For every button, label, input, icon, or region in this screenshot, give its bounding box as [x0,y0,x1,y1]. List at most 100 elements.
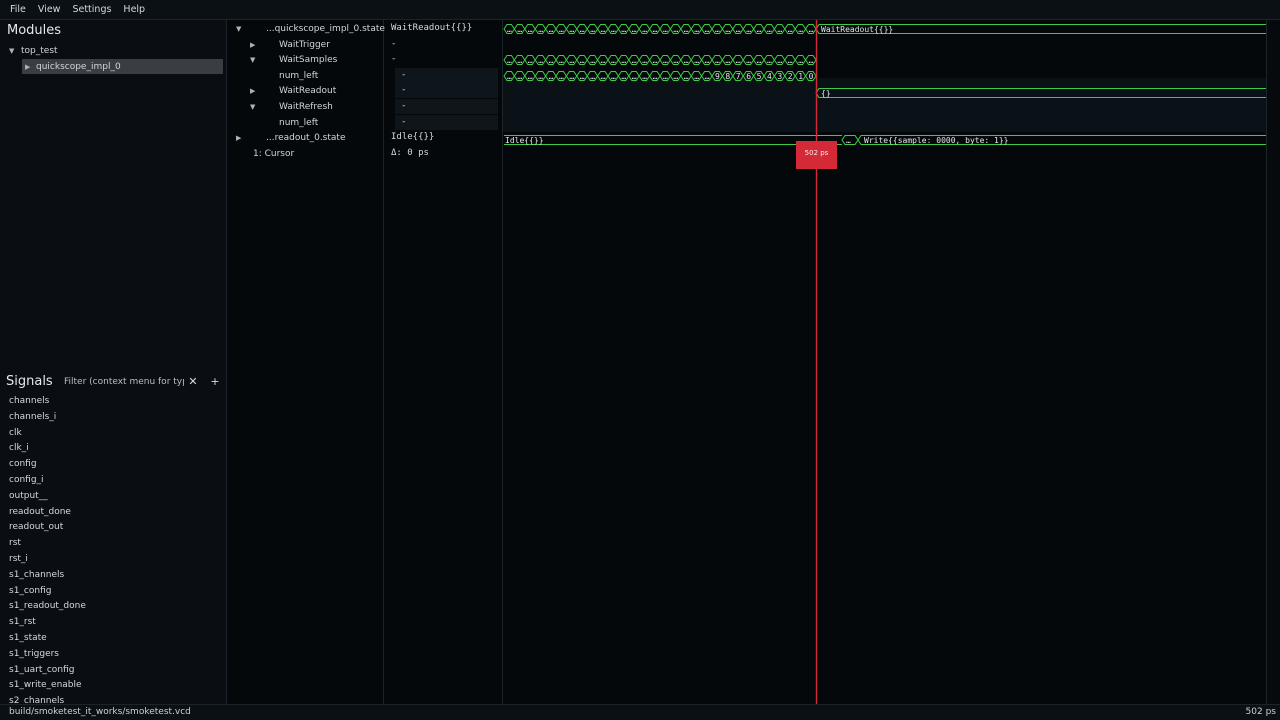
expand-right-icon[interactable]: ▶ [22,63,34,71]
wave-segment-label: … [736,56,741,65]
wave-segment-label: {} [821,89,831,98]
wave-segment-label: … [694,72,699,81]
signal-item[interactable]: s1_state [9,631,219,647]
wave-segment-label: … [632,72,637,81]
signal-item[interactable]: rst [9,536,219,552]
clear-filter-icon[interactable]: ✕ [186,375,200,389]
wave-name-label: ...readout_0.state [266,132,346,143]
wave-segment-label: … [809,25,814,34]
wave-segment-label: WaitReadout{{}} [821,25,893,34]
wave-segment-label: 2 [788,72,793,81]
wave-name-waitsamples[interactable]: ▼ WaitSamples [250,52,337,67]
wave-name-label: ...quickscope_impl_0.state [266,23,385,34]
signals-title: Signals [6,374,53,389]
menu-settings[interactable]: Settings [66,4,117,15]
status-file-path: build/smoketest_it_works/smoketest.vcd [9,707,191,717]
expand-down-icon[interactable]: ▼ [9,47,21,55]
wave-segment-label: … [538,25,543,34]
wave-waitsamples[interactable]: ……………………………………………………………………………… [503,55,817,66]
wave-segment-label: 1 [798,72,803,81]
value-cell: - [395,99,498,114]
wave-name-label: 1: Cursor [253,148,295,159]
wave-segment-label: … [673,72,678,81]
wave-quickscope-state[interactable]: … … … … … … … … … … … … … … … … … … … … … … … … … … … … … … WaitReadou… [503,24,1266,35]
wave-segment-label: … [725,56,730,65]
wave-segment-label: … [663,25,668,34]
wave-segment-label: … [705,72,710,81]
wave-segment-label: … [549,25,554,34]
wave-segment-label: … [621,25,626,34]
wave-row-shade [503,78,1266,132]
wave-segment-label: … [694,56,699,65]
signal-item[interactable]: channels [9,394,219,410]
wave-segment-label: 4 [767,72,772,81]
expand-icon[interactable]: ▶ [250,87,279,95]
signal-item[interactable]: output__ [9,489,219,505]
value-cell: Idle{{}} [391,132,435,142]
signal-filter-input[interactable]: Filter (context menu for typ [60,374,184,390]
wave-segment-label: … [611,72,616,81]
wave-segment-label: … [549,56,554,65]
wave-name-cursor[interactable]: 1: Cursor [253,146,294,161]
signal-item[interactable]: readout_done [9,505,219,521]
menu-view[interactable]: View [32,4,67,15]
wave-segment-label: … [757,25,762,34]
wave-segment-label: … [517,72,522,81]
wave-segment-label: … [621,56,626,65]
module-top-test[interactable]: ▼ top_test [9,43,223,58]
menu-file[interactable]: File [4,4,32,15]
signal-item[interactable]: s1_config [9,584,219,600]
collapse-icon[interactable]: ▼ [250,56,279,64]
wave-readout-state[interactable]: Idle{{}} … Write{{sample: 0000, byte: 1}} [504,135,1266,146]
signal-item[interactable]: clk_i [9,441,219,457]
collapse-icon[interactable]: ▼ [250,103,279,111]
wave-name-readout-state[interactable]: ▶ ...readout_0.state [236,130,345,145]
value-cell: - [395,115,498,130]
status-bar: build/smoketest_it_works/smoketest.vcd 5… [0,704,1280,720]
signal-item[interactable]: rst_i [9,552,219,568]
wave-segment-label: … [705,56,710,65]
cursor-time-badge: 502 ps [796,141,837,169]
wave-name-num-left[interactable]: num_left [279,115,318,130]
signal-item[interactable]: s2_channels [9,694,219,704]
expand-icon[interactable]: ▶ [236,134,266,142]
wave-name-num-left[interactable]: num_left [279,68,318,83]
wave-segment-label: … [673,25,678,34]
module-label: quickscope_impl_0 [36,61,121,72]
wave-segment-label: … [632,25,637,34]
wave-name-waitrefresh[interactable]: ▼ WaitRefresh [250,99,333,114]
wave-segment-label: … [601,72,606,81]
wave-segment-label: … [590,25,595,34]
status-time: 502 ps [1245,707,1276,717]
waveform-canvas[interactable]: … … … … … … … … … … … … … … … … … … … … … … … … … … … … … … WaitReadou… [503,20,1266,704]
signal-item[interactable]: s1_channels [9,568,219,584]
expand-icon[interactable]: ▶ [250,41,279,49]
add-signal-icon[interactable]: + [208,375,222,389]
wave-segment-label: … [590,56,595,65]
signal-item[interactable]: s1_readout_done [9,599,219,615]
wave-segment-label: … [767,56,772,65]
wave-segment-label: … [715,25,720,34]
collapse-icon[interactable]: ▼ [236,25,266,33]
signal-item[interactable]: readout_out [9,520,219,536]
signal-item[interactable]: config [9,457,219,473]
wave-segment-label: … [601,25,606,34]
menu-help[interactable]: Help [117,4,151,15]
signal-item[interactable]: clk [9,426,219,442]
wave-segment-label: … [611,25,616,34]
signal-item[interactable]: s1_write_enable [9,678,219,694]
wave-name-quickscope-state[interactable]: ▼ ...quickscope_impl_0.state [236,21,385,36]
signal-item[interactable]: s1_uart_config [9,663,219,679]
signal-item[interactable]: s1_triggers [9,647,219,663]
wave-segment-label: Write{{sample: 0000, byte: 1}} [864,136,1009,145]
wave-name-waittrigger[interactable]: ▶ WaitTrigger [250,37,330,52]
signal-item[interactable]: s1_rst [9,615,219,631]
module-quickscope-impl-0[interactable]: ▶ quickscope_impl_0 [22,59,223,74]
wave-name-waitreadout[interactable]: ▶ WaitReadout [250,83,336,98]
wave-segment-label: … [507,72,512,81]
vertical-scrollbar[interactable] [1266,20,1280,704]
waveform-viewer[interactable]: … … … … … … … … … … … … … … … … … … … … … … … … … … … … … … WaitReadou… [503,20,1266,704]
signal-item[interactable]: config_i [9,473,219,489]
signal-item[interactable]: channels_i [9,410,219,426]
wave-segment-label: 8 [725,72,730,81]
